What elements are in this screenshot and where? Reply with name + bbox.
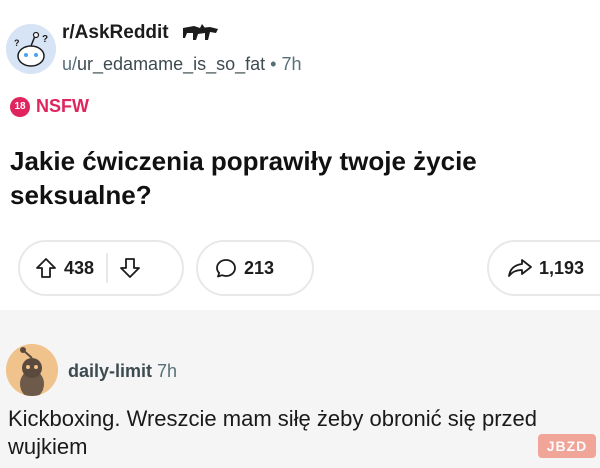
comment-author[interactable]: daily-limit	[68, 361, 152, 381]
post-author[interactable]: ur_edamame_is_so_fat	[77, 54, 265, 74]
post-age: 7h	[281, 54, 302, 74]
vote-bar: 438	[18, 240, 184, 296]
svg-text:?: ?	[42, 34, 48, 45]
post-title[interactable]: Jakie ćwiczenia poprawiły twoje życie se…	[10, 144, 590, 212]
nsfw-label: NSFW	[36, 96, 89, 116]
comment-meta: daily-limit 7h	[68, 361, 177, 382]
comment-count: 213	[244, 257, 275, 278]
comment-body: Kickboxing. Wreszcie mam siłę żeby obron…	[8, 406, 538, 459]
byline-prefix: u/	[62, 54, 78, 74]
post-card: ? ? r/AskReddit u/ur_edamame_is_so_fat •…	[0, 0, 600, 310]
nsfw-tag: 18 NSFW	[10, 96, 89, 117]
svg-text:?: ?	[14, 38, 20, 48]
commenter-avatar-icon[interactable]	[6, 344, 58, 396]
post-byline: u/ur_edamame_is_so_fat • 7h	[62, 54, 302, 75]
vote-divider	[106, 253, 109, 283]
site-watermark-logo: JBZD	[538, 434, 596, 458]
comment-age: 7h	[157, 361, 178, 381]
nsfw-badge-icon: 18	[10, 96, 30, 117]
comment-bubble-icon	[214, 256, 238, 280]
comments-button[interactable]: 213	[196, 240, 314, 296]
upvote-icon[interactable]	[34, 256, 58, 280]
subreddit-name[interactable]: r/AskReddit	[62, 22, 169, 44]
upvote-count: 438	[64, 257, 95, 278]
subreddit-banner-icon	[180, 22, 222, 44]
subreddit-avatar-icon[interactable]: ? ?	[6, 24, 56, 74]
share-count: 1,193	[539, 257, 585, 278]
share-button[interactable]: 1,193	[487, 240, 600, 296]
byline-separator: •	[270, 54, 277, 74]
share-arrow-icon	[507, 256, 533, 280]
downvote-icon[interactable]	[118, 256, 142, 280]
